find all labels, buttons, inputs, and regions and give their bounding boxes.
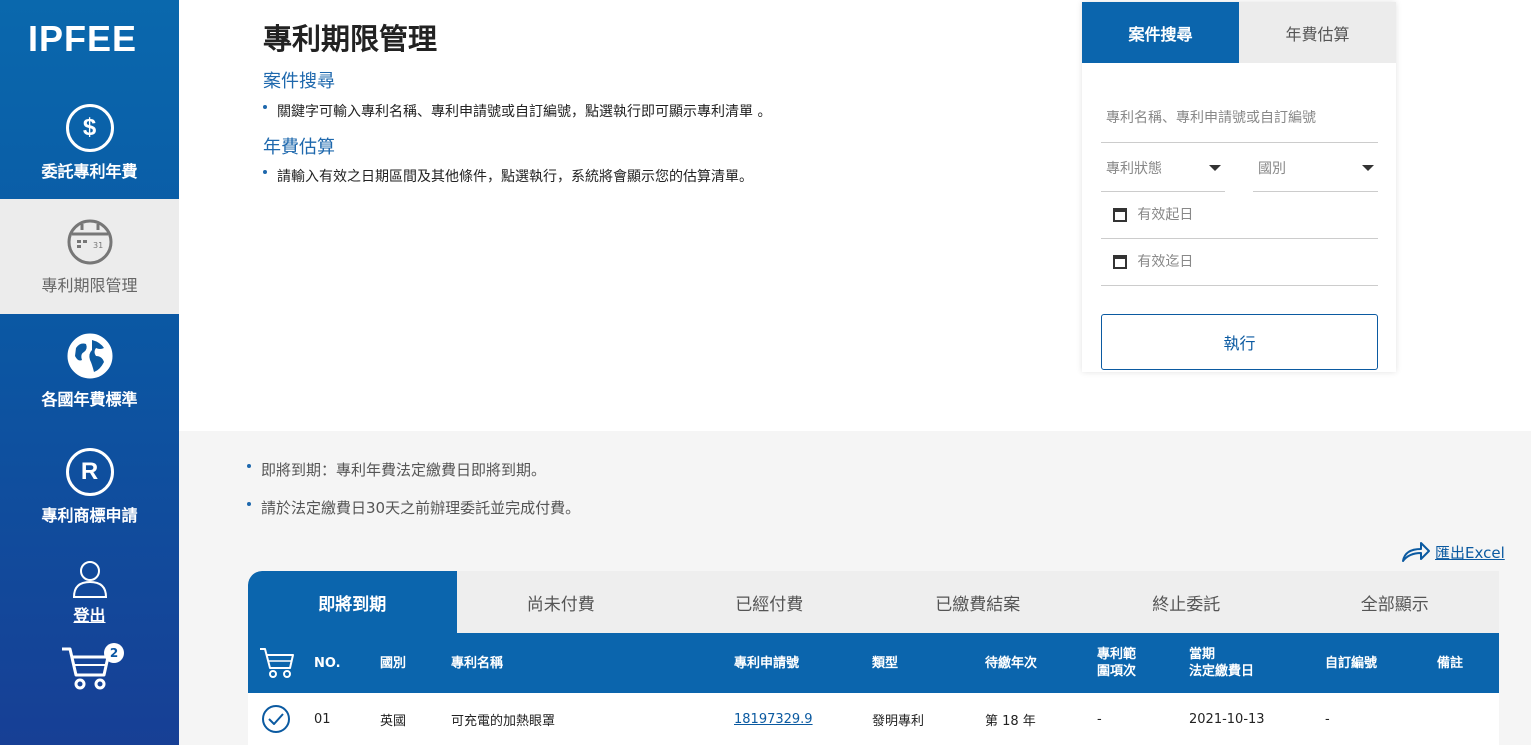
calendar-icon [1113,208,1128,222]
execute-button[interactable]: 執行 [1101,314,1378,370]
end-date-input[interactable] [1137,254,1378,270]
cell-no: 01 [314,711,331,727]
cell-type: 發明專利 [872,713,925,729]
note-payment-deadline: 請於法定繳費日30天之前辦理委託並完成付費。 [247,497,580,518]
check-icon [262,705,290,733]
table-header: NO. 國別 專利名稱 專利申請號 類型 待繳年次 專利範 圍項次 當期 法定繳… [248,633,1499,693]
search-panel: 案件搜尋 年費估算 專利狀態 國別 執行 [1082,2,1396,372]
globe-icon [66,332,114,380]
tab-unpaid[interactable]: 尚未付費 [457,571,666,633]
table-row: 01 英國 可充電的加熱眼罩 18197329.9 發明專利 第 18 年 - … [248,693,1499,745]
row-select-checkbox[interactable] [262,693,290,745]
tab-paid[interactable]: 已經付費 [665,571,874,633]
tab-terminated[interactable]: 終止委託 [1082,571,1291,633]
col-scope: 專利範 圍項次 [1097,647,1137,679]
keyword-field[interactable] [1101,94,1378,143]
fee-section-title: 年費估算 [263,137,335,158]
tab-case-search[interactable]: 案件搜尋 [1082,2,1239,63]
registered-icon: R [65,448,114,496]
sidebar-item-deadline[interactable]: 31 專利期限管理 [0,199,179,314]
country-select-label: 國別 [1258,160,1286,177]
cell-country: 英國 [380,713,407,729]
keyword-input[interactable] [1106,110,1378,126]
app-no-link[interactable]: 18197329.9 [734,712,813,727]
tab-due-soon[interactable]: 即將到期 [248,571,457,633]
sidebar-item-entrust-fee[interactable]: $ 委託專利年費 [0,104,179,199]
user-icon [72,560,108,598]
dollar-icon: $ [65,104,114,152]
sidebar-item-label: 專利期限管理 [41,276,138,295]
cart-count-badge: 2 [104,643,124,663]
start-date-input[interactable] [1137,207,1378,223]
export-excel-label: 匯出Excel [1435,543,1505,562]
col-remark: 備註 [1437,655,1464,671]
cell-app-no: 18197329.9 [734,693,813,745]
status-select[interactable]: 專利狀態 [1101,144,1225,192]
col-year: 待繳年次 [985,655,1038,671]
col-country: 國別 [380,655,407,671]
cell-due-date: 2021-10-13 [1189,711,1265,727]
export-excel-link[interactable]: 匯出Excel [1401,541,1505,563]
svg-text:31: 31 [93,241,103,250]
search-section-title: 案件搜尋 [263,71,335,92]
cell-name: 可充電的加熱眼罩 [451,713,556,729]
col-app-no: 專利申請號 [734,655,800,671]
tab-fee-estimate[interactable]: 年費估算 [1239,2,1396,63]
status-select-label: 專利狀態 [1106,160,1162,177]
col-no: NO. [314,655,341,671]
sidebar-item-label: 專利商標申請 [41,506,138,525]
cell-year: 第 18 年 [985,713,1036,729]
sidebar-item-application[interactable]: R 專利商標申請 [0,448,179,538]
chevron-down-icon [1209,164,1221,171]
status-tabs: 即將到期 尚未付費 已經付費 已繳費結案 終止委託 全部顯示 [248,571,1499,633]
sidebar-item-country-fee[interactable]: 各國年費標準 [0,332,179,422]
country-select[interactable]: 國別 [1253,144,1378,192]
logout-label: 登出 [73,606,106,625]
calendar-icon [1113,255,1128,269]
col-name: 專利名稱 [451,655,504,671]
col-due-date: 當期 法定繳費日 [1189,647,1255,679]
search-description: 關鍵字可輸入專利名稱、專利申請號或自訂編號，點選執行即可顯示專利清單 。 [263,101,771,121]
note-due-soon: 即將到期：專利年費法定繳費日即將到期。 [247,459,546,480]
logo[interactable]: IPFEE [28,18,137,60]
start-date-field[interactable] [1101,192,1378,239]
fee-description: 請輸入有效之日期區間及其他條件，點選執行，系統將會顯示您的估算清單。 [263,166,753,186]
end-date-field[interactable] [1101,239,1378,286]
tab-show-all[interactable]: 全部顯示 [1291,571,1500,633]
sidebar: IPFEE $ 委託專利年費 31 專利期限管理 各國年費標準 R 專利商標申請… [0,0,179,745]
col-type: 類型 [872,655,899,671]
sidebar-item-label: 各國年費標準 [41,390,138,409]
share-arrow-icon [1402,542,1430,562]
tab-closed[interactable]: 已繳費結案 [874,571,1083,633]
col-custom-no: 自訂編號 [1325,655,1378,671]
calendar-icon: 31 [66,218,114,266]
page-title: 專利期限管理 [263,22,438,56]
results-section: 即將到期：專利年費法定繳費日即將到期。 請於法定繳費日30天之前辦理委託並完成付… [179,431,1531,745]
cell-scope: - [1097,711,1102,727]
cart-select-all-icon[interactable] [258,633,296,693]
chevron-down-icon [1362,164,1374,171]
cell-custom-no: - [1325,711,1330,727]
logout-button[interactable]: 登出 [0,560,179,630]
cart-button[interactable]: 2 [60,643,124,695]
sidebar-item-label: 委託專利年費 [41,162,138,181]
